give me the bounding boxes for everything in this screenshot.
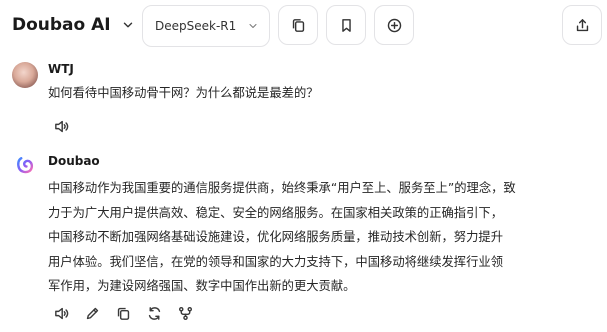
assistant-line: 军作用，为建设网络强国、数字中国作出新的更大贡献。 (48, 279, 356, 294)
refresh-icon (148, 306, 160, 320)
copy-message-button[interactable] (114, 304, 132, 322)
app-title-dropdown[interactable]: Doubao AI (12, 15, 135, 35)
assistant-message-text: 中国移动作为我国重要的通信服务提供商，始终秉承“用户至上、服务至上”的理念，致 … (48, 176, 598, 299)
regenerate-button[interactable] (145, 304, 163, 322)
model-select-label: DeepSeek-R1 (155, 19, 237, 33)
app-title: Doubao AI (12, 15, 111, 35)
assistant-name: Doubao (48, 154, 100, 168)
copy-icon (117, 307, 129, 320)
assistant-line: 力于为广大用户提供高效、稳定、安全的网络服务。在国家相关政策的正确指引下， (48, 205, 503, 220)
bookmark-icon (341, 18, 351, 32)
copy-icon (292, 18, 304, 32)
assistant-line: 用户体验。我们坚信，在党的领导和国家的大力支持下，中国移动将继续发挥行业领 (48, 254, 503, 269)
assistant-message-actions (52, 304, 194, 322)
user-message: WTJ 如何看待中国移动骨干网？为什么都说是最差的？ (12, 62, 602, 142)
speaker-icon (54, 120, 68, 132)
branch-button[interactable] (176, 304, 194, 322)
chevron-down-icon (123, 22, 132, 28)
plus-circle-icon (387, 18, 401, 32)
pencil-icon (86, 307, 98, 319)
assistant-line: 中国移动作为我国重要的通信服务提供商，始终秉承“用户至上、服务至上”的理念，致 (48, 181, 516, 195)
read-aloud-button[interactable] (52, 117, 70, 135)
user-name: WTJ (48, 62, 74, 76)
user-message-text: 如何看待中国移动骨干网？为什么都说是最差的？ (48, 86, 319, 100)
doubao-logo-icon (17, 157, 34, 174)
share-button[interactable] (562, 5, 602, 45)
speaker-icon (54, 307, 68, 319)
read-aloud-button[interactable] (52, 304, 70, 322)
edit-button[interactable] (83, 304, 101, 322)
model-select[interactable]: DeepSeek-R1 (142, 5, 270, 47)
user-message-actions (52, 117, 70, 135)
chevron-down-icon (249, 24, 257, 28)
avatar[interactable] (12, 62, 38, 88)
copy-button[interactable] (278, 5, 318, 45)
bookmark-button[interactable] (326, 5, 366, 45)
new-chat-button[interactable] (374, 5, 414, 45)
branch-icon (178, 306, 192, 320)
assistant-line: 中国移动不断加强网络基础设施建设，优化网络服务质量，推动技术创新，努力提升 (48, 230, 503, 245)
share-icon (576, 18, 588, 31)
assistant-message: Doubao 中国移动作为我国重要的通信服务提供商，始终秉承“用户至上、服务至上… (12, 154, 602, 332)
top-bar: Doubao AI DeepSeek-R1 (0, 0, 607, 56)
